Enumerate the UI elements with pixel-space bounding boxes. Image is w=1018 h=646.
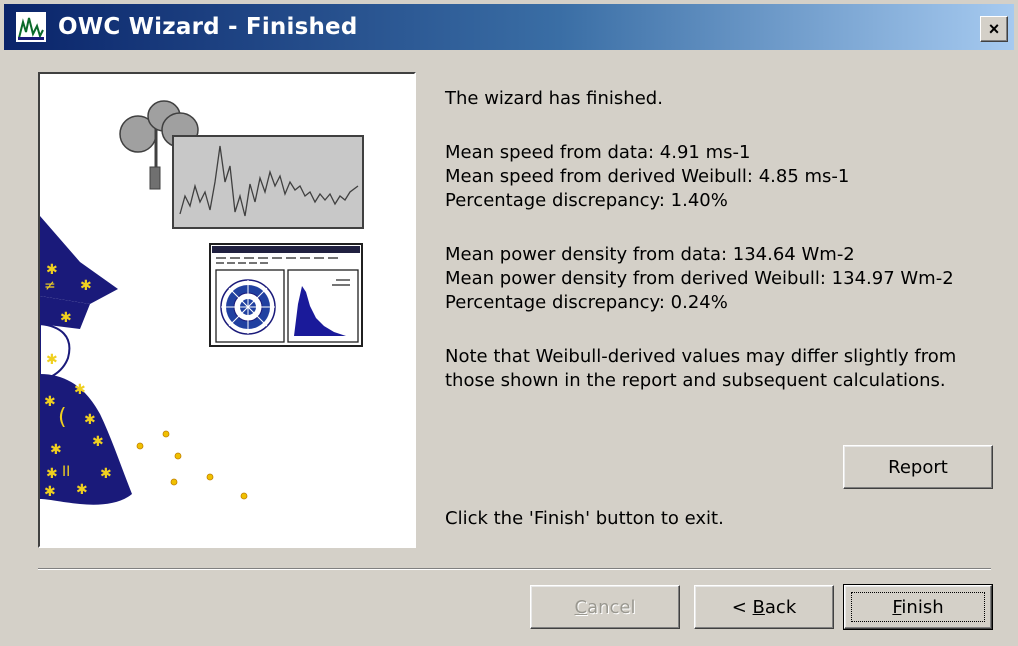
finish-button[interactable]: Finish	[843, 584, 993, 630]
svg-text:✱: ✱	[80, 278, 92, 294]
wizard-anemometer-illustration: ✱ ≠ ✱ ✱ ✱ ✱ ✱ ( ✱ ✱ ✱ ✱ II ✱ ✱ ✱	[38, 72, 416, 548]
svg-text:✱: ✱	[46, 466, 58, 482]
svg-text:✱: ✱	[50, 442, 62, 458]
finish-hint: Click the 'Finish' button to exit.	[445, 508, 724, 529]
owc-chart-icon	[16, 12, 46, 42]
svg-text:✱: ✱	[46, 262, 58, 278]
note-line-1: Note that Weibull-derived values may dif…	[445, 346, 957, 367]
svg-text:≠: ≠	[44, 278, 56, 294]
mean-power-data: Mean power density from data: 134.64 Wm-…	[445, 244, 855, 265]
wizard-dialog: OWC Wizard - Finished × ✱ ≠ ✱ ✱ ✱ ✱ ✱ (…	[0, 0, 1018, 646]
svg-text:✱: ✱	[100, 466, 112, 482]
svg-text:✱: ✱	[44, 394, 56, 410]
mean-speed-weibull: Mean speed from derived Weibull: 4.85 ms…	[445, 166, 850, 187]
report-button-label: Report	[888, 456, 948, 478]
svg-text:✱: ✱	[76, 482, 88, 498]
svg-text:✱: ✱	[92, 434, 104, 450]
report-button[interactable]: Report	[843, 445, 993, 489]
title-bar[interactable]: OWC Wizard - Finished ×	[4, 4, 1014, 50]
back-button-label: < Back	[731, 596, 797, 618]
svg-text:(: (	[58, 405, 67, 430]
window-title: OWC Wizard - Finished	[58, 14, 358, 40]
mean-speed-data: Mean speed from data: 4.91 ms-1	[445, 142, 751, 163]
button-separator	[38, 568, 991, 570]
close-icon[interactable]: ×	[980, 16, 1008, 42]
cancel-button[interactable]: Cancel	[530, 585, 680, 629]
close-glyph: ×	[988, 18, 1000, 39]
intro-text: The wizard has finished.	[445, 88, 663, 109]
svg-text:✱: ✱	[74, 382, 86, 398]
svg-text:II: II	[62, 464, 70, 480]
mean-power-weibull: Mean power density from derived Weibull:…	[445, 268, 954, 289]
svg-text:✱: ✱	[44, 484, 56, 500]
back-button[interactable]: < Back	[694, 585, 834, 629]
svg-text:✱: ✱	[46, 352, 58, 368]
cancel-button-label: Cancel	[574, 596, 636, 618]
speed-discrepancy: Percentage discrepancy: 1.40%	[445, 190, 728, 211]
focus-rectangle	[851, 592, 985, 622]
svg-text:✱: ✱	[60, 310, 72, 326]
note-line-2: those shown in the report and subsequent…	[445, 370, 946, 391]
power-discrepancy: Percentage discrepancy: 0.24%	[445, 292, 728, 313]
svg-text:✱: ✱	[84, 412, 96, 428]
